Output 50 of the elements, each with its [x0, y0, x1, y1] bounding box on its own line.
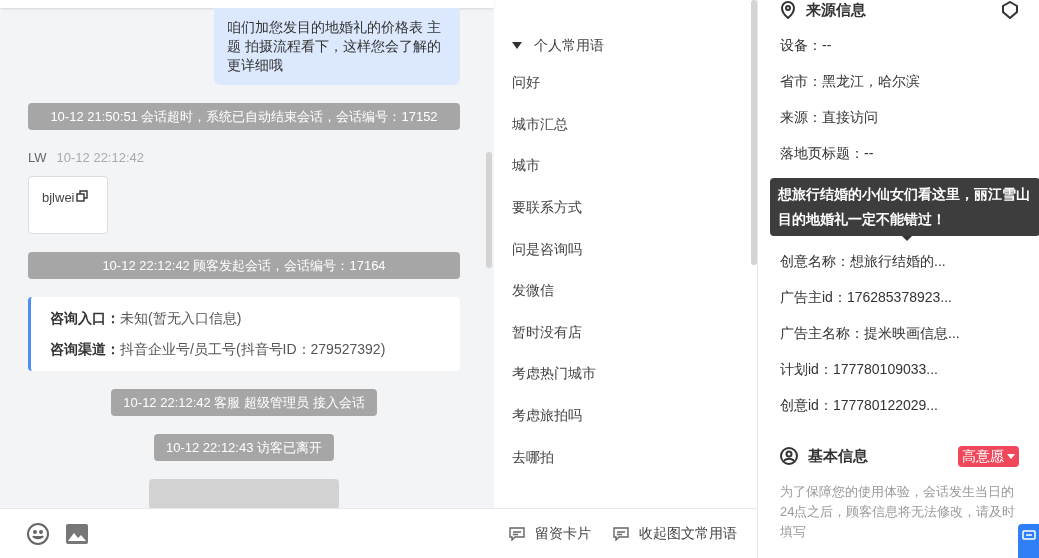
source-field: 广告主名称：提米映画信息...	[780, 315, 1019, 351]
phrase-item[interactable]: 去哪拍	[512, 436, 743, 478]
section-title: 来源信息	[806, 0, 866, 20]
source-field: 计划id：177780109033...	[780, 351, 1019, 387]
source-field: 设备：--	[780, 27, 1019, 63]
message-icon	[1022, 530, 1036, 542]
source-field: 来源：直接访问	[780, 99, 1019, 135]
section-title: 基本信息	[808, 446, 868, 466]
phrase-item[interactable]: 问好	[512, 62, 743, 104]
phrase-item[interactable]: 城市	[512, 145, 743, 187]
info-line: 咨询入口：未知(暂无入口信息)	[50, 308, 243, 328]
user-circle-icon	[780, 447, 798, 466]
message-card: bjlwei	[28, 175, 108, 234]
scrollbar[interactable]	[486, 152, 492, 268]
sender-name: LW	[28, 149, 47, 167]
system-message: 10-12 22:12:43 访客已离开	[153, 433, 335, 461]
message-icon	[613, 526, 629, 541]
source-field: 落地页标题：--	[780, 135, 1019, 171]
notice-text: 为了保障您的使用体验，会话发生当日的24点之后，顾客信息将无法修改，请及时填写	[780, 482, 1017, 541]
phrase-group-header[interactable]: 个人常用语	[512, 34, 743, 56]
system-message: 10-12 22:12:42 顾客发起会话，会话编号：17164	[28, 251, 460, 279]
phrase-item[interactable]: 要联系方式	[512, 186, 743, 229]
source-field: 广告主id：176285378923...	[780, 279, 1019, 315]
phrase-item[interactable]: 发微信	[512, 269, 743, 312]
tooltip-arrow-icon	[902, 236, 912, 241]
message-bubble: 咱们加您发目的地婚礼的价格表 主题 拍摄流程看下，这样您会了解的更详细哦	[214, 8, 460, 85]
scrollbar[interactable]	[751, 0, 757, 265]
toolbar-button[interactable]: 收起图文常用语	[613, 523, 737, 544]
tooltip: 想旅行结婚的小仙女们看这里，丽江雪山目的地婚礼一定不能错过！	[770, 178, 1039, 236]
system-message: 10-12 22:12:42 客服 超级管理员 接入会话	[111, 388, 377, 416]
caret-icon	[512, 41, 522, 49]
source-field: 省市：黑龙江，哈尔滨	[780, 63, 1019, 99]
image-icon[interactable]	[66, 523, 88, 544]
info-line: 咨询渠道：抖音企业号/员工号(抖音号ID：279527392)	[50, 339, 387, 359]
source-field: 创意名称：想旅行结婚的...	[780, 243, 1019, 279]
phrase-item[interactable]: 考虑旅拍吗	[512, 394, 743, 437]
copy-icon[interactable]	[75, 189, 88, 202]
emoji-icon[interactable]	[26, 521, 50, 546]
intent-tag[interactable]: 高意愿	[958, 445, 1019, 467]
location-pin-icon	[780, 1, 796, 19]
toolbar-button[interactable]: 留资卡片	[509, 523, 591, 544]
message-icon	[509, 526, 525, 541]
phrase-item[interactable]: 考虑热门城市	[512, 353, 743, 395]
source-field: 创意id：177780122029...	[780, 387, 1019, 423]
system-message: 10-12 21:50:51 会话超时，系统已自动结束会话，会话编号：17152	[28, 103, 460, 130]
phrase-item[interactable]: 问是咨询吗	[512, 228, 743, 270]
phrase-item[interactable]: 城市汇总	[512, 103, 743, 146]
phrase-item[interactable]: 暂时没有店	[512, 311, 743, 354]
message-time: 10-12 22:12:42	[56, 149, 144, 167]
caret-icon	[1007, 453, 1015, 459]
